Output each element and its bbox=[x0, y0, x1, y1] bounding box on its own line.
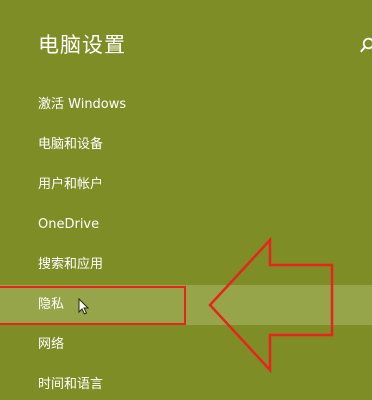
settings-nav: 激活 Windows 电脑和设备 用户和帐户 OneDrive 搜索和应用 隐私… bbox=[0, 0, 372, 400]
nav-item-activate-windows[interactable]: 激活 Windows bbox=[0, 85, 372, 125]
nav-item-search-and-apps[interactable]: 搜索和应用 bbox=[0, 245, 372, 285]
nav-item-privacy[interactable]: 隐私 bbox=[0, 285, 372, 325]
mouse-cursor-icon bbox=[78, 298, 89, 315]
nav-item-onedrive[interactable]: OneDrive bbox=[0, 205, 372, 245]
nav-item-pc-and-devices[interactable]: 电脑和设备 bbox=[0, 125, 372, 165]
nav-item-network[interactable]: 网络 bbox=[0, 325, 372, 365]
nav-item-time-and-language[interactable]: 时间和语言 bbox=[0, 365, 372, 400]
nav-item-users-and-accounts[interactable]: 用户和帐户 bbox=[0, 165, 372, 205]
